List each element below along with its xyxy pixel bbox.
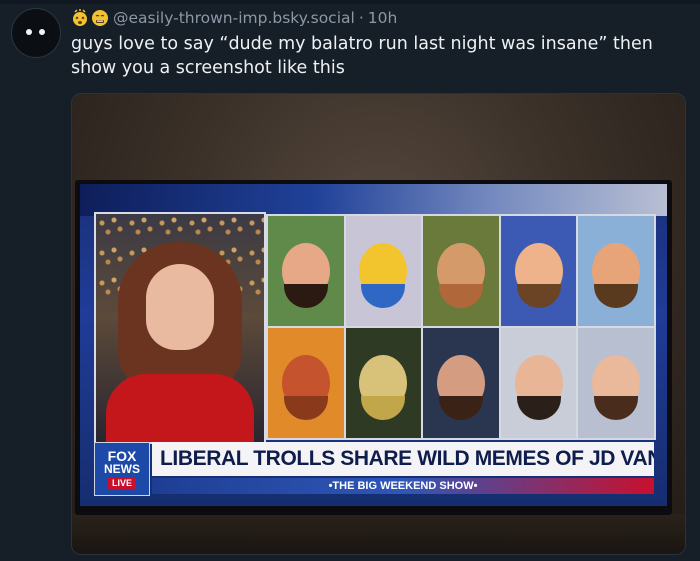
fox-news-logo: FOX NEWS LIVE xyxy=(94,442,150,496)
top-divider xyxy=(0,0,700,4)
meme-image-grid xyxy=(266,214,656,440)
logo-line-2: NEWS xyxy=(104,461,140,476)
post-timestamp[interactable]: 10h xyxy=(368,9,398,27)
meme-beard xyxy=(594,396,639,421)
meme-beard xyxy=(516,284,561,309)
meme-tile xyxy=(578,216,654,326)
avatar[interactable] xyxy=(11,8,61,58)
news-anchor-panel xyxy=(94,212,266,444)
meme-tile xyxy=(345,216,422,326)
post-image[interactable]: FOX NEWS LIVE LIBERAL TROLLS SHARE WILD … xyxy=(71,93,686,555)
post-header: @easily-thrown-imp.bsky.social · 10h xyxy=(71,6,397,30)
header-separator: · xyxy=(358,9,364,27)
meme-beard xyxy=(361,284,406,309)
meme-tile xyxy=(500,216,577,326)
news-lower-third: FOX NEWS LIVE LIBERAL TROLLS SHARE WILD … xyxy=(94,442,654,500)
avatar-left-eye xyxy=(26,29,32,35)
meme-beard xyxy=(361,396,406,421)
meme-tile xyxy=(578,328,654,438)
tv-screen: FOX NEWS LIVE LIBERAL TROLLS SHARE WILD … xyxy=(80,184,667,506)
show-name-bar: •THE BIG WEEKEND SHOW• xyxy=(152,478,654,494)
anchor-face xyxy=(146,264,214,350)
author-handle[interactable]: @easily-thrown-imp.bsky.social xyxy=(113,9,355,27)
photo-floor xyxy=(72,514,685,554)
steaming-face-emoji-icon xyxy=(92,10,108,26)
live-badge: LIVE xyxy=(107,477,136,489)
anchor-red-dress xyxy=(106,374,254,442)
meme-beard xyxy=(438,396,483,421)
meme-tile xyxy=(500,328,577,438)
meme-beard xyxy=(594,284,639,309)
meme-tile xyxy=(268,216,344,326)
display-name-emojis xyxy=(71,9,109,27)
avatar-right-eye xyxy=(39,29,45,35)
meme-beard xyxy=(438,284,483,309)
meme-tile xyxy=(345,328,422,438)
news-headline: LIBERAL TROLLS SHARE WILD MEMES OF JD VA… xyxy=(152,442,654,476)
meme-beard xyxy=(283,284,328,309)
meme-tile xyxy=(268,328,344,438)
meme-tile xyxy=(423,328,499,438)
meme-beard xyxy=(283,396,328,421)
meme-beard xyxy=(516,396,561,421)
post-body-text: guys love to say “dude my balatro run la… xyxy=(71,34,653,78)
meme-tile xyxy=(423,216,499,326)
dizzy-face-emoji-icon xyxy=(73,9,87,26)
logo-line-1: FOX xyxy=(107,447,137,464)
